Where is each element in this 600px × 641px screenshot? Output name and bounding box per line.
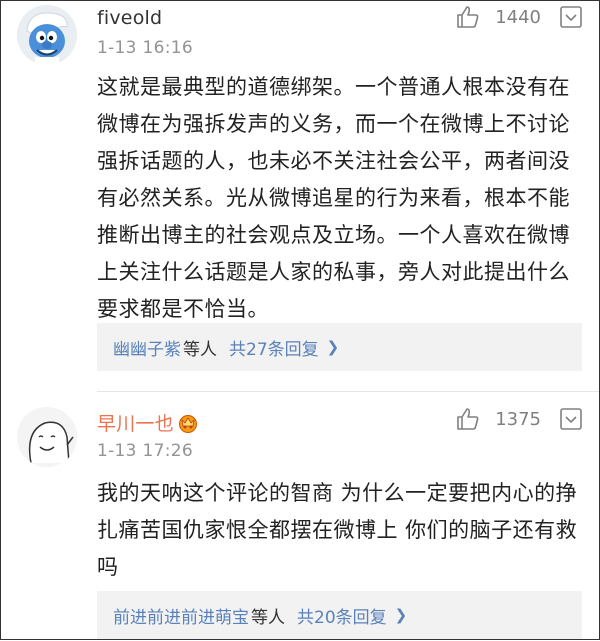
reply-count-link[interactable]: 共27条回复 bbox=[229, 335, 319, 360]
reply-users-link[interactable]: 前进前进前进萌宝 bbox=[113, 603, 249, 628]
comment-text: 我的天呐这个评论的智商 为什么一定要把内心的挣扎痛苦国仇家恨全都摆在微博上 你们… bbox=[97, 481, 578, 579]
more-menu-icon[interactable] bbox=[559, 407, 583, 431]
comment-list: fiveold 1-13 16:16 1440 这就是最典型的道德绑架。一个普通… bbox=[0, 0, 600, 640]
reply-users-link[interactable]: 幽幽子紫 bbox=[113, 335, 181, 360]
comment-item: 早川一也 1-13 17:26 1375 我的天呐这个评论的智商 为什么一定要把… bbox=[1, 399, 599, 641]
thumbs-up-icon bbox=[457, 408, 479, 430]
like-button[interactable]: 1375 bbox=[455, 406, 541, 432]
reply-count-link[interactable]: 共20条回复 bbox=[297, 603, 387, 628]
thumbs-up-icon bbox=[457, 6, 479, 28]
comment-text: 这就是最典型的道德绑架。一个普通人根本没有在微博在为强拆发声的义务，而一个在微博… bbox=[97, 75, 570, 321]
comment-actions: 1440 bbox=[455, 3, 583, 31]
avatar[interactable] bbox=[17, 5, 77, 65]
like-count: 1375 bbox=[495, 408, 541, 430]
comment-item: fiveold 1-13 16:16 1440 这就是最典型的道德绑架。一个普通… bbox=[1, 1, 599, 381]
chevron-right-icon: ❯ bbox=[326, 338, 340, 356]
replies-summary[interactable]: 前进前进前进萌宝 等人 共20条回复 ❯ bbox=[97, 591, 582, 639]
reply-users-suffix: 等人 bbox=[251, 607, 285, 628]
username-text: 早川一也 bbox=[97, 413, 174, 435]
comment-actions: 1375 bbox=[455, 405, 583, 433]
timestamp: 1-13 17:26 bbox=[97, 441, 193, 461]
chevron-right-icon: ❯ bbox=[394, 606, 408, 624]
like-count: 1440 bbox=[495, 6, 541, 28]
doodle-face-avatar bbox=[17, 407, 77, 467]
username[interactable]: fiveold bbox=[97, 7, 162, 29]
smurf-avatar bbox=[17, 5, 77, 65]
reply-users-suffix: 等人 bbox=[183, 339, 217, 360]
more-menu-icon[interactable] bbox=[559, 5, 583, 29]
vip-crown-badge-icon bbox=[178, 415, 197, 433]
like-button[interactable]: 1440 bbox=[455, 4, 541, 30]
username[interactable]: 早川一也 bbox=[97, 409, 198, 436]
avatar[interactable] bbox=[17, 407, 77, 467]
comment-divider bbox=[97, 391, 599, 392]
replies-summary[interactable]: 幽幽子紫 等人 共27条回复 ❯ bbox=[97, 323, 582, 371]
timestamp: 1-13 16:16 bbox=[97, 38, 193, 58]
